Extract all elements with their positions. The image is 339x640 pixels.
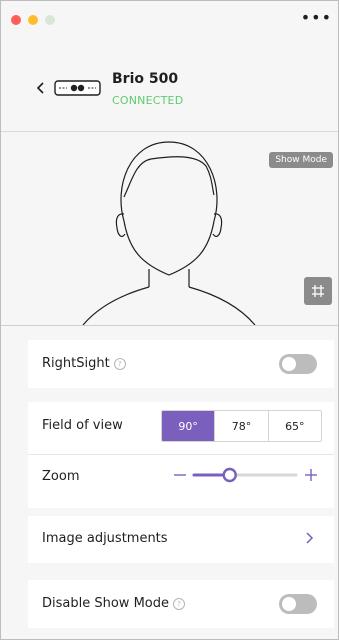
rightsight-toggle[interactable]: [279, 354, 317, 374]
grid-hash-icon: [312, 285, 324, 297]
zoom-slider[interactable]: [172, 464, 320, 486]
rightsight-card: RightSight?: [28, 340, 334, 388]
image-adjustments-row[interactable]: Image adjustments: [28, 516, 334, 563]
help-icon[interactable]: ?: [173, 598, 185, 610]
fov-option-65[interactable]: 65°: [267, 411, 321, 441]
divider: [28, 454, 334, 455]
zoom-in-plus-icon[interactable]: [305, 469, 317, 481]
close-window-button[interactable]: [11, 15, 21, 25]
minimize-window-button[interactable]: [28, 15, 38, 25]
settings-panel: RightSight? Field of view 90° 78° 65° Zo…: [1, 326, 338, 639]
device-name: Brio 500: [112, 71, 179, 87]
fov-option-78[interactable]: 78°: [214, 411, 268, 441]
zoom-slider-thumb[interactable]: [222, 467, 237, 483]
disable-show-mode-label: Disable Show Mode: [42, 596, 169, 611]
zoom-label: Zoom: [42, 469, 80, 484]
grid-overlay-button[interactable]: [304, 277, 332, 305]
connection-status: CONNECTED: [112, 94, 184, 107]
fov-option-90[interactable]: 90°: [162, 411, 215, 441]
disable-show-mode-card: Disable Show Mode?: [28, 580, 334, 628]
disable-show-mode-toggle[interactable]: [279, 594, 317, 614]
toggle-knob: [282, 597, 296, 611]
rightsight-label-row: RightSight?: [42, 356, 126, 371]
back-arrow-icon[interactable]: [32, 79, 50, 97]
field-of-view-selector: 90° 78° 65°: [161, 410, 322, 442]
field-of-view-label: Field of view: [42, 418, 123, 433]
maximize-window-button[interactable]: [45, 15, 55, 25]
image-adjustments-label: Image adjustments: [42, 531, 168, 546]
camera-preview: Show Mode: [1, 132, 338, 326]
chevron-right-icon[interactable]: [304, 531, 314, 545]
device-header: Brio 500 CONNECTED: [1, 43, 338, 132]
toggle-knob: [282, 357, 296, 371]
more-options-icon[interactable]: •••: [301, 8, 332, 27]
title-bar: •••: [1, 1, 338, 43]
rightsight-label: RightSight: [42, 356, 110, 371]
app-window: ••• Brio 500 CONNECTED Show Mode RightSi…: [0, 0, 339, 640]
disable-show-mode-label-row: Disable Show Mode?: [42, 596, 185, 611]
show-mode-button[interactable]: Show Mode: [269, 152, 333, 168]
help-icon[interactable]: ?: [113, 358, 126, 370]
webcam-icon: [54, 80, 101, 96]
camera-settings-card: Field of view 90° 78° 65° Zoom: [28, 402, 334, 508]
